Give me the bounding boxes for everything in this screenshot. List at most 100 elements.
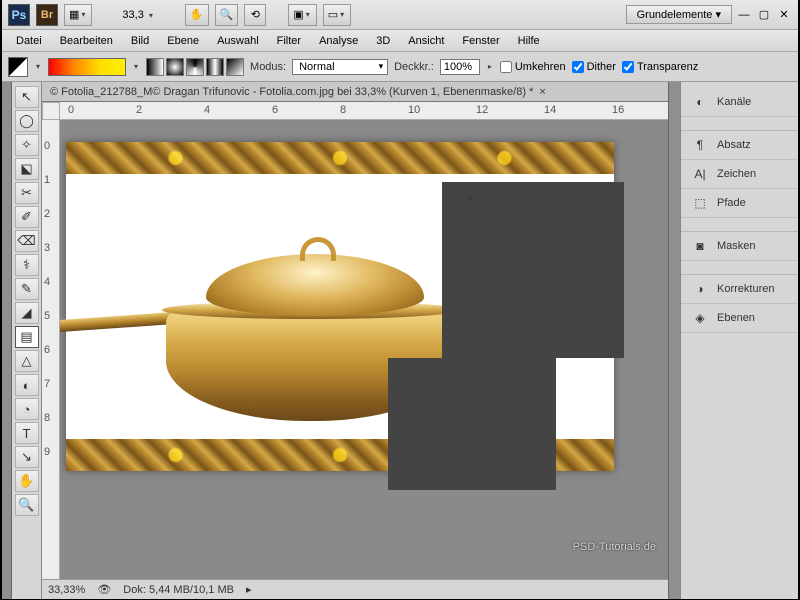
screen-mode-button[interactable]: ▭▾ bbox=[323, 4, 351, 26]
menu-filter[interactable]: Filter bbox=[269, 33, 309, 49]
gradient-linear[interactable] bbox=[146, 58, 164, 76]
app-window: Ps Br ▦▾ 33,3 ▾ ✋ 🔍 ⟲ ▣▾ ▭▾ Grundelement… bbox=[2, 0, 798, 599]
healing-tool[interactable]: ⌫ bbox=[15, 230, 39, 252]
menu-layer[interactable]: Ebene bbox=[159, 33, 207, 49]
view-extras-button[interactable]: ▦▾ bbox=[64, 4, 92, 26]
zoom-level[interactable]: 33,3 ▾ bbox=[114, 9, 163, 21]
bridge-logo[interactable]: Br bbox=[36, 4, 58, 26]
left-dock-strip[interactable] bbox=[2, 82, 12, 599]
opacity-label: Deckkr.: bbox=[394, 61, 434, 73]
gradient-tool[interactable]: ▤ bbox=[15, 326, 39, 348]
watermark: PSD-Tutorials.de bbox=[573, 541, 656, 553]
menu-image[interactable]: Bild bbox=[123, 33, 157, 49]
menu-window[interactable]: Fenster bbox=[454, 33, 507, 49]
statusbar: 33,33% 👁 Dok: 5,44 MB/10,1 MB ▸ bbox=[42, 579, 668, 599]
dither-checkbox[interactable]: Dither bbox=[572, 61, 616, 73]
rotate-view-shortcut[interactable]: ⟲ bbox=[244, 4, 266, 26]
gradient-type-group bbox=[146, 58, 244, 76]
ruler-vertical[interactable]: 0123456789 bbox=[42, 120, 60, 579]
panel-paths[interactable]: ⬚Pfade bbox=[681, 189, 798, 218]
layer-mask-region-1 bbox=[442, 182, 624, 358]
workspace-switcher[interactable]: Grundelemente ▾ bbox=[626, 5, 732, 24]
menu-help[interactable]: Hilfe bbox=[510, 33, 548, 49]
layers-icon: ◈ bbox=[691, 310, 709, 326]
zoom-tool[interactable]: 🔍 bbox=[15, 494, 39, 516]
character-icon: A| bbox=[691, 166, 709, 182]
brush-tool[interactable]: ⚕ bbox=[15, 254, 39, 276]
mode-label: Modus: bbox=[250, 61, 286, 73]
titlebar: Ps Br ▦▾ 33,3 ▾ ✋ 🔍 ⟲ ▣▾ ▭▾ Grundelement… bbox=[2, 0, 798, 30]
ornate-border-top bbox=[66, 142, 614, 174]
pen-tool[interactable]: ◔ bbox=[15, 398, 39, 420]
canvas-viewport[interactable]: + PSD-Tutorials.de bbox=[60, 120, 668, 579]
status-eye-icon: 👁 bbox=[97, 583, 111, 596]
menu-analysis[interactable]: Analyse bbox=[311, 33, 366, 49]
menu-3d[interactable]: 3D bbox=[368, 33, 398, 49]
channels-icon: ◐ bbox=[691, 94, 709, 110]
panel-paragraph[interactable]: ¶Absatz bbox=[681, 131, 798, 160]
status-zoom[interactable]: 33,33% bbox=[48, 584, 85, 596]
adjustments-icon: ◑ bbox=[691, 281, 709, 297]
photoshop-logo: Ps bbox=[8, 4, 30, 26]
eyedropper-tool[interactable]: ✐ bbox=[15, 206, 39, 228]
gradient-diamond[interactable] bbox=[226, 58, 244, 76]
path-select-tool[interactable]: ↘ bbox=[15, 446, 39, 468]
menu-file[interactable]: Datei bbox=[8, 33, 50, 49]
hand-tool-shortcut[interactable]: ✋ bbox=[185, 4, 209, 26]
maximize-button[interactable]: ▢ bbox=[756, 7, 772, 23]
panel-character[interactable]: A|Zeichen bbox=[681, 160, 798, 189]
opacity-input[interactable]: 100% bbox=[440, 59, 480, 75]
minimize-button[interactable]: — bbox=[736, 7, 752, 23]
canvas[interactable]: + bbox=[66, 142, 614, 471]
panel-adjustments[interactable]: ◑Korrekturen bbox=[681, 275, 798, 304]
masks-icon: ◙ bbox=[691, 238, 709, 254]
tool-preset-picker[interactable] bbox=[8, 57, 28, 77]
gradient-radial[interactable] bbox=[166, 58, 184, 76]
close-button[interactable]: ✕ bbox=[776, 7, 792, 23]
panel-layers[interactable]: ◈Ebenen bbox=[681, 304, 798, 333]
gradient-preview[interactable] bbox=[48, 58, 126, 76]
paragraph-icon: ¶ bbox=[691, 137, 709, 153]
hand-tool[interactable]: ✋ bbox=[15, 470, 39, 492]
pot-knob bbox=[300, 237, 336, 261]
menu-select[interactable]: Auswahl bbox=[209, 33, 267, 49]
transparency-checkbox[interactable]: Transparenz bbox=[622, 61, 698, 73]
status-flyout-icon[interactable]: ▸ bbox=[246, 583, 252, 596]
opacity-flyout[interactable]: ▸ bbox=[488, 62, 492, 71]
tab-close-icon[interactable]: × bbox=[539, 86, 545, 98]
stamp-tool[interactable]: ✎ bbox=[15, 278, 39, 300]
panels-column: ◐Kanäle ¶Absatz A|Zeichen ⬚Pfade ◙Masken… bbox=[680, 82, 798, 599]
slice-tool[interactable]: ✂ bbox=[15, 182, 39, 204]
move-tool[interactable]: ↖ bbox=[15, 86, 39, 108]
options-bar: ▾ ▾ Modus: Normal Deckkr.: 100% ▸ Umkehr… bbox=[2, 52, 798, 82]
type-tool[interactable]: T bbox=[15, 422, 39, 444]
blur-tool[interactable]: △ bbox=[15, 350, 39, 372]
invert-checkbox[interactable]: Umkehren bbox=[500, 61, 566, 73]
zoom-tool-shortcut[interactable]: 🔍 bbox=[215, 4, 239, 26]
gradient-angle[interactable] bbox=[186, 58, 204, 76]
panel-channels[interactable]: ◐Kanäle bbox=[681, 88, 798, 117]
status-doc-info[interactable]: Dok: 5,44 MB/10,1 MB bbox=[123, 584, 234, 596]
ruler-origin[interactable] bbox=[42, 102, 60, 120]
right-dock-strip[interactable] bbox=[668, 82, 680, 599]
menubar: Datei Bearbeiten Bild Ebene Auswahl Filt… bbox=[2, 30, 798, 52]
arrange-documents-button[interactable]: ▣▾ bbox=[288, 4, 316, 26]
marquee-tool[interactable]: ◯ bbox=[15, 110, 39, 132]
dodge-tool[interactable]: ◐ bbox=[15, 374, 39, 396]
panel-masks[interactable]: ◙Masken bbox=[681, 232, 798, 261]
gradient-reflected[interactable] bbox=[206, 58, 224, 76]
lasso-tool[interactable]: ✧ bbox=[15, 134, 39, 156]
document-tab[interactable]: © Fotolia_212788_M© Dragan Trifunovic - … bbox=[42, 82, 668, 102]
document-area: © Fotolia_212788_M© Dragan Trifunovic - … bbox=[42, 82, 668, 599]
cursor-crosshair-icon: + bbox=[466, 190, 474, 205]
blend-mode-dropdown[interactable]: Normal bbox=[292, 59, 388, 75]
toolbox: ↖ ◯ ✧ ⬕ ✂ ✐ ⌫ ⚕ ✎ ◢ ▤ △ ◐ ◔ T ↘ ✋ 🔍 bbox=[12, 82, 42, 599]
ruler-horizontal[interactable]: 0246810121416 bbox=[60, 102, 668, 120]
document-title: © Fotolia_212788_M© Dragan Trifunovic - … bbox=[50, 86, 533, 98]
eraser-tool[interactable]: ◢ bbox=[15, 302, 39, 324]
crop-tool[interactable]: ⬕ bbox=[15, 158, 39, 180]
layer-mask-region-2 bbox=[388, 358, 556, 490]
pot-lid bbox=[206, 254, 424, 316]
menu-edit[interactable]: Bearbeiten bbox=[52, 33, 121, 49]
menu-view[interactable]: Ansicht bbox=[400, 33, 452, 49]
